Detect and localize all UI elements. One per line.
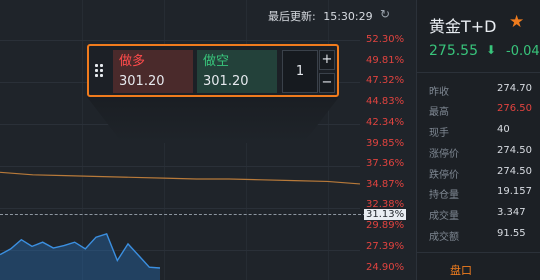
quick-trade-panel: 做多 301.20 做空 301.20 1 + − <box>87 44 339 97</box>
drag-handle-icon[interactable] <box>95 64 105 78</box>
chart-area[interactable]: 最后更新: 15:30:29 ↻ 做多 301.20 做空 301.20 1 +… <box>0 0 416 280</box>
stat-row: 持仓量 19.157 <box>429 186 540 204</box>
quote-panel: 黄金T+D ★ 275.55 ⬇ -0.04 昨收 274.70 最高 276.… <box>416 0 540 280</box>
stat-row: 成交量 3.347 <box>429 207 540 225</box>
stat-value: 274.50 <box>497 166 532 177</box>
tab-order-book[interactable]: 盘口 <box>450 262 472 278</box>
trade-box-shadow <box>87 97 339 143</box>
price-change: -0.04 <box>506 44 540 59</box>
y-tick-label: 44.83% <box>366 96 405 107</box>
sell-short-button[interactable]: 做空 301.20 <box>197 50 277 93</box>
increment-button[interactable]: + <box>319 50 335 70</box>
stat-row: 最高 276.50 <box>429 103 540 121</box>
y-tick-label: 27.39% <box>366 241 405 252</box>
down-arrow-icon: ⬇ <box>486 43 497 57</box>
stat-value: 274.70 <box>497 83 532 94</box>
y-tick-label: 34.87% <box>366 179 405 190</box>
sell-price: 301.20 <box>203 74 249 89</box>
current-value-label: 31.13% <box>364 209 407 220</box>
quantity-stepper: + − <box>319 50 335 93</box>
quantity-input[interactable]: 1 <box>282 50 318 93</box>
divider <box>417 72 540 73</box>
stat-value: 19.157 <box>497 186 532 197</box>
stat-label: 昨收 <box>429 87 449 98</box>
y-tick-label: 24.90% <box>366 262 405 273</box>
stat-row: 涨停价 274.50 <box>429 145 540 163</box>
stat-label: 成交量 <box>429 211 459 222</box>
y-tick-label: 37.36% <box>366 158 405 169</box>
y-tick-label: 52.30% <box>366 34 405 45</box>
y-axis-labels: 52.30% 49.81% 47.32% 44.83% 42.34% 39.85… <box>364 0 416 280</box>
y-tick-label: 29.89% <box>366 220 405 231</box>
y-tick-label: 49.81% <box>366 55 405 66</box>
stat-row: 跌停价 274.50 <box>429 166 540 184</box>
last-price: 275.55 <box>429 43 478 59</box>
buy-price: 301.20 <box>119 74 165 89</box>
buy-label: 做多 <box>119 54 146 69</box>
stat-label: 成交额 <box>429 232 459 243</box>
series-line-orange <box>0 171 361 185</box>
stat-label: 跌停价 <box>429 170 459 181</box>
divider <box>417 252 540 253</box>
stat-label: 涨停价 <box>429 149 459 160</box>
buy-long-button[interactable]: 做多 301.20 <box>113 50 193 93</box>
stat-value: 91.55 <box>497 228 526 239</box>
current-price-line <box>0 214 366 215</box>
star-icon[interactable]: ★ <box>509 12 524 32</box>
stat-row: 现手 40 <box>429 124 540 142</box>
y-tick-label: 39.85% <box>366 138 405 149</box>
stat-label: 最高 <box>429 107 449 118</box>
y-tick-label: 47.32% <box>366 75 405 86</box>
stat-label: 现手 <box>429 128 449 139</box>
stat-value: 40 <box>497 124 510 135</box>
stat-value: 3.347 <box>497 207 526 218</box>
last-update-status: 最后更新: 15:30:29 <box>268 8 373 24</box>
symbol-title: 黄金T+D <box>429 17 497 36</box>
stat-label: 持仓量 <box>429 190 459 201</box>
y-tick-label: 42.34% <box>366 117 405 128</box>
last-update-label: 最后更新: <box>268 10 316 23</box>
stat-value: 274.50 <box>497 145 532 156</box>
stat-row: 昨收 274.70 <box>429 83 540 101</box>
decrement-button[interactable]: − <box>319 73 335 93</box>
sell-label: 做空 <box>203 54 230 69</box>
stat-row: 成交额 91.55 <box>429 228 540 246</box>
stat-value: 276.50 <box>497 103 532 114</box>
